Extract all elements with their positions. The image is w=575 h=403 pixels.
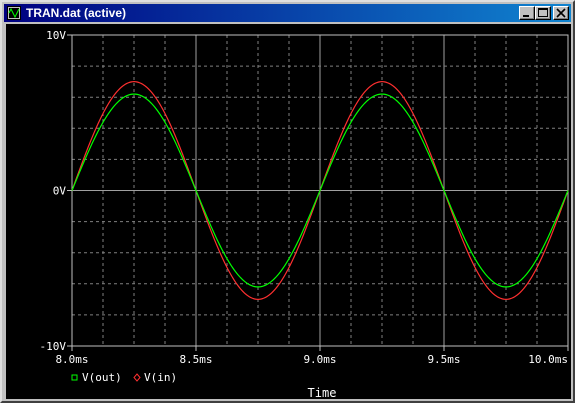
- y-tick-label: -10V: [40, 340, 67, 353]
- y-tick-label: 10V: [46, 29, 66, 42]
- x-tick-label: 9.0ms: [303, 353, 336, 366]
- maximize-icon: [538, 8, 548, 17]
- minimize-button[interactable]: [519, 6, 535, 20]
- legend-label: V(in): [144, 371, 177, 384]
- x-axis-label: Time: [308, 386, 337, 399]
- maximize-button[interactable]: [535, 6, 551, 20]
- legend: V(out) V(in): [71, 371, 177, 384]
- window-title: TRAN.dat (active): [26, 6, 127, 20]
- x-tick-label: 10.0ms: [528, 353, 568, 366]
- probe-window-icon: [7, 6, 21, 20]
- title-bar[interactable]: TRAN.dat (active): [4, 4, 571, 22]
- waveform-chart: 10V 0V -10V 8.0ms 8.5ms 9.0ms 9.5ms 10.0ms V(o…: [40, 29, 569, 399]
- axes: [67, 34, 569, 351]
- x-tick-label: 8.0ms: [55, 353, 88, 366]
- probe-window: TRAN.dat (active) 10V 0V -10V 8.0ms 8.5ms 9.…: [0, 0, 575, 403]
- close-button[interactable]: [553, 6, 569, 20]
- x-tick-labels: 8.0ms 8.5ms 9.0ms 9.5ms 10.0ms: [55, 353, 568, 366]
- x-tick-label: 9.5ms: [427, 353, 460, 366]
- legend-diamond-icon: [133, 373, 141, 382]
- legend-label: V(out): [82, 371, 122, 384]
- legend-square-icon: [71, 374, 78, 381]
- y-tick-labels: 10V 0V -10V: [40, 29, 67, 353]
- close-icon: [556, 8, 566, 18]
- plot-area[interactable]: 10V 0V -10V 8.0ms 8.5ms 9.0ms 9.5ms 10.0ms V(o…: [6, 24, 571, 399]
- y-tick-label: 0V: [53, 185, 67, 198]
- minimize-icon: [523, 15, 529, 17]
- x-tick-label: 8.5ms: [179, 353, 212, 366]
